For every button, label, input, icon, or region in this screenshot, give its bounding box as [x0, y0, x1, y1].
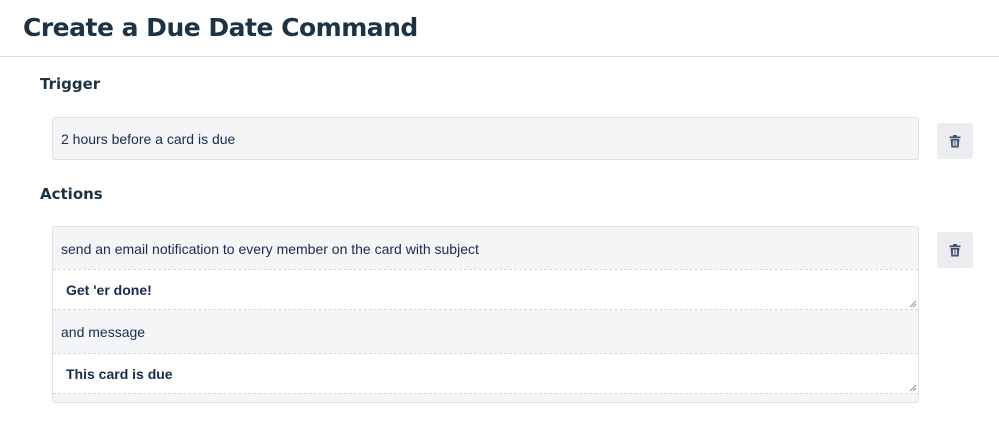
- trigger-box[interactable]: 2 hours before a card is due: [52, 117, 919, 160]
- trigger-text: 2 hours before a card is due: [61, 130, 236, 147]
- subject-field[interactable]: Get 'er done!: [53, 269, 918, 310]
- page-title: Create a Due Date Command: [23, 13, 418, 42]
- delete-trigger-button[interactable]: [937, 123, 973, 159]
- action-box: send an email notification to every memb…: [52, 226, 919, 403]
- trash-icon: [949, 243, 961, 256]
- resize-grip-icon[interactable]: [909, 384, 917, 392]
- due-date-command-page: Create a Due Date Command Trigger 2 hour…: [0, 0, 999, 424]
- actions-section-label: Actions: [40, 185, 103, 203]
- resize-grip-icon[interactable]: [909, 300, 917, 308]
- action-text-subject-prefix: send an email notification to every memb…: [61, 241, 479, 257]
- trigger-section-label: Trigger: [40, 75, 101, 93]
- subject-value: Get 'er done!: [66, 282, 152, 298]
- message-field[interactable]: This card is due: [53, 353, 918, 394]
- action-text-message-prefix: and message: [61, 324, 146, 340]
- message-value: This card is due: [66, 366, 173, 382]
- delete-action-button[interactable]: [937, 232, 973, 268]
- title-divider: [0, 56, 999, 57]
- trash-icon: [949, 134, 961, 147]
